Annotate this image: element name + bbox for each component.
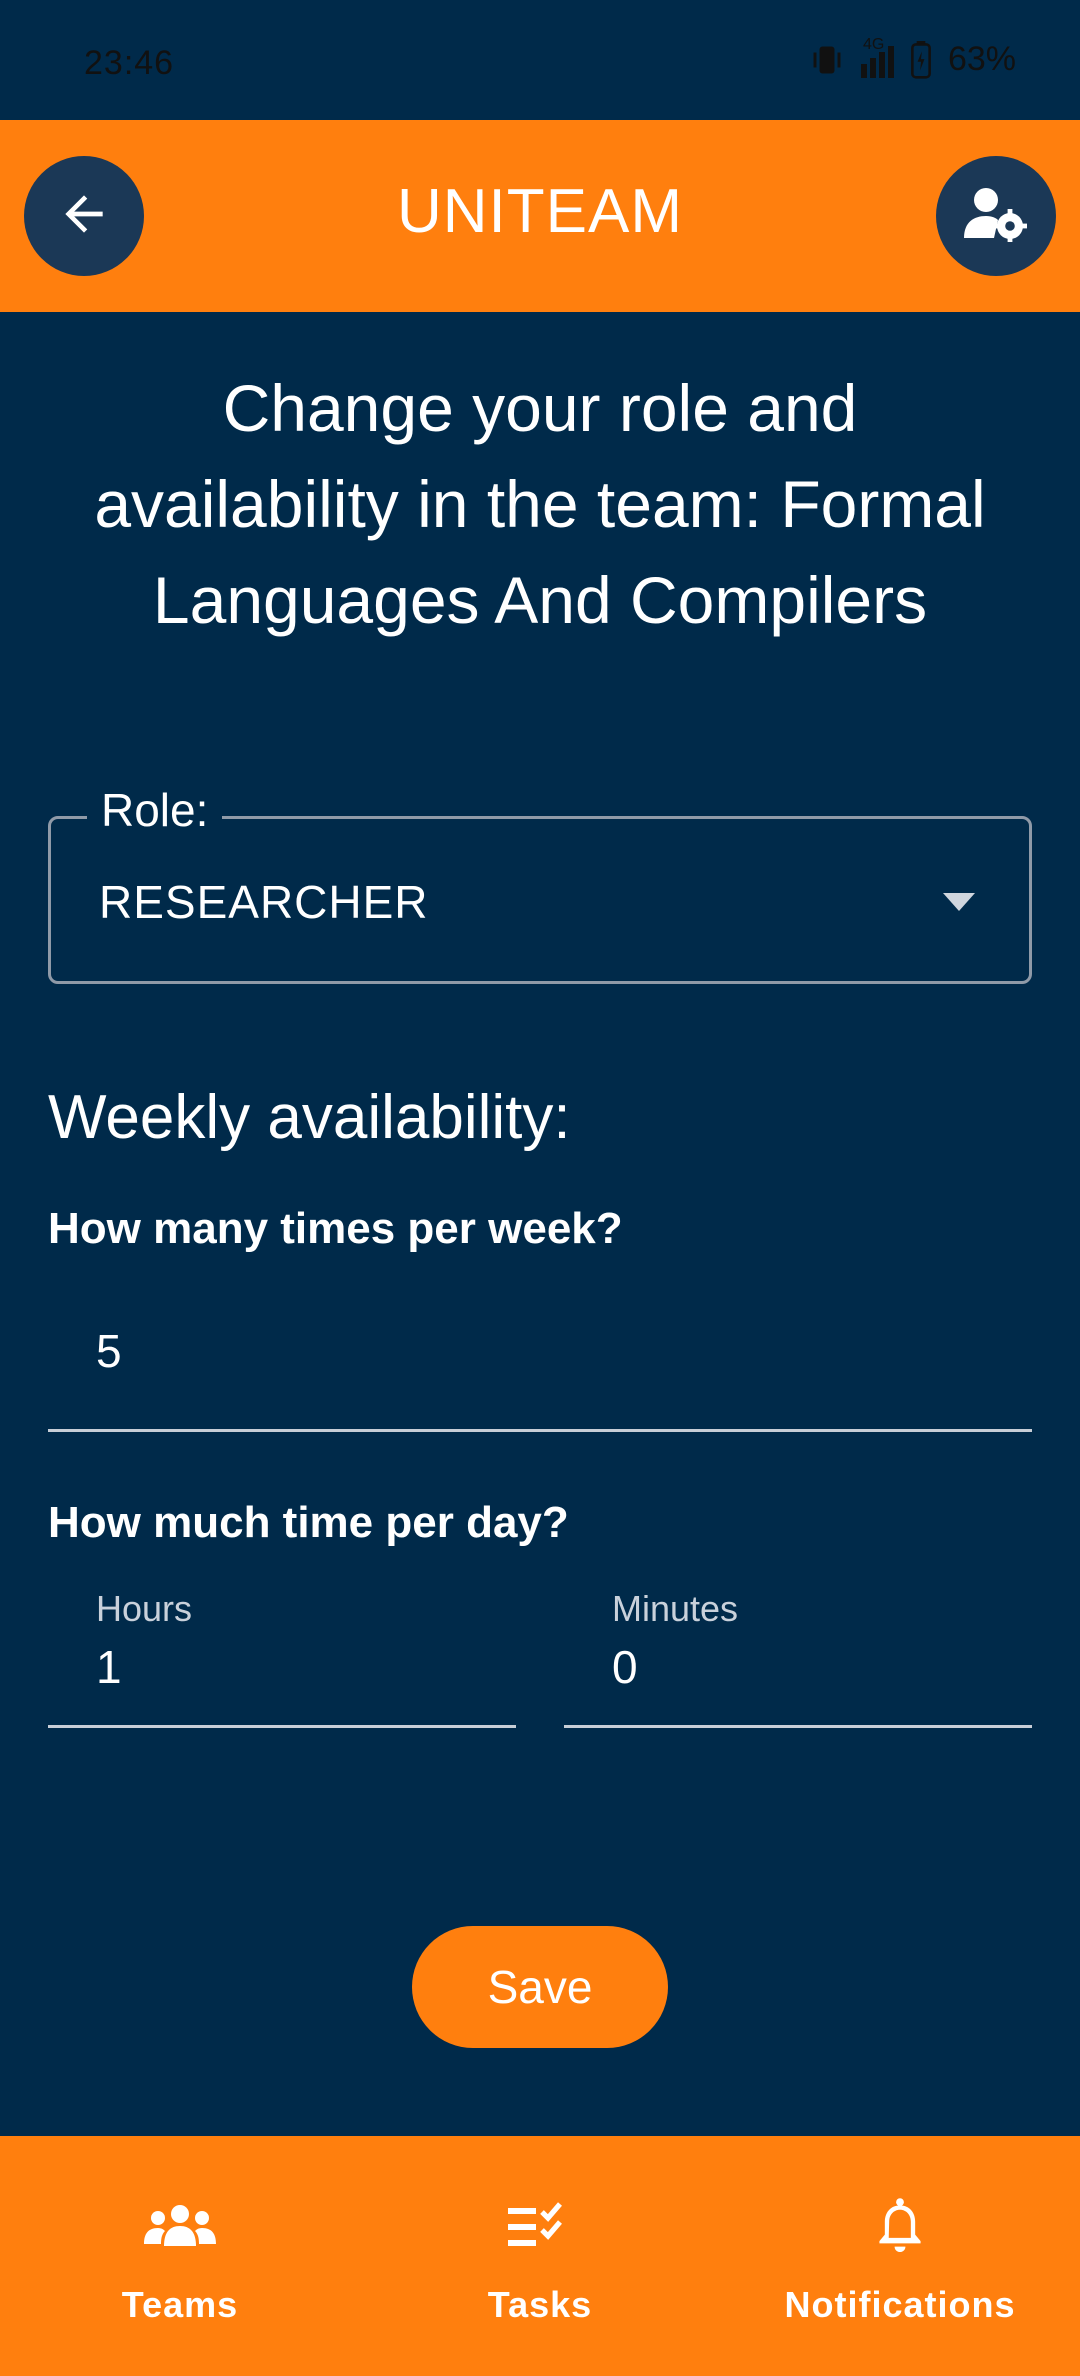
tasks-icon — [508, 2190, 572, 2262]
battery-icon — [910, 40, 932, 79]
status-icons: 4G 63% — [809, 36, 1016, 79]
bottom-navigation: Teams Tasks Notifications — [0, 2136, 1080, 2376]
nav-item-tasks[interactable]: Tasks — [360, 2136, 720, 2376]
minutes-input[interactable]: Minutes 0 — [564, 1588, 1032, 1728]
nav-item-teams[interactable]: Teams — [0, 2136, 360, 2376]
battery-level: 63% — [947, 40, 1016, 78]
input-underline — [564, 1725, 1032, 1728]
status-bar: 23:46 4G 63% — [0, 0, 1080, 120]
caret-down-icon — [943, 893, 975, 911]
user-gear-icon — [964, 186, 1028, 247]
times-per-week-input[interactable]: 5 — [48, 1300, 1032, 1432]
role-value: RESEARCHER — [99, 876, 429, 928]
save-button[interactable]: Save — [412, 1926, 668, 2048]
signal-icon: 4G — [860, 36, 894, 78]
input-underline — [48, 1725, 516, 1728]
minutes-label: Minutes — [612, 1588, 739, 1629]
hours-value: 1 — [96, 1641, 122, 1693]
user-settings-button[interactable] — [936, 156, 1056, 276]
role-dropdown[interactable]: Role: RESEARCHER — [48, 783, 1032, 984]
nav-label-teams: Teams — [121, 2284, 239, 2325]
bell-icon — [874, 2190, 926, 2262]
nav-label-tasks: Tasks — [487, 2284, 593, 2325]
role-label: Role: — [87, 783, 223, 837]
input-underline — [48, 1429, 1032, 1432]
hours-input[interactable]: Hours 1 — [48, 1588, 516, 1728]
times-per-week-value: 5 — [96, 1325, 122, 1377]
app-bar: UNITEAM — [0, 120, 1080, 312]
nav-item-notifications[interactable]: Notifications — [720, 2136, 1080, 2376]
availability-title: Weekly availability: — [48, 1083, 571, 1152]
times-per-week-question: How many times per week? — [48, 1204, 623, 1253]
screen: 23:46 4G 63% UNITEAM Change your role an… — [0, 0, 1080, 2376]
vibrate-icon — [809, 42, 845, 78]
status-time: 23:46 — [84, 44, 175, 82]
minutes-value: 0 — [612, 1641, 638, 1693]
nav-label-notifications: Notifications — [784, 2284, 1016, 2325]
time-per-day-question: How much time per day? — [48, 1498, 569, 1547]
hours-label: Hours — [96, 1588, 193, 1629]
app-title: UNITEAM — [397, 177, 683, 246]
teams-icon — [144, 2190, 216, 2262]
network-type: 4G — [862, 35, 885, 53]
page-heading: Change your role and availability in the… — [94, 371, 986, 637]
